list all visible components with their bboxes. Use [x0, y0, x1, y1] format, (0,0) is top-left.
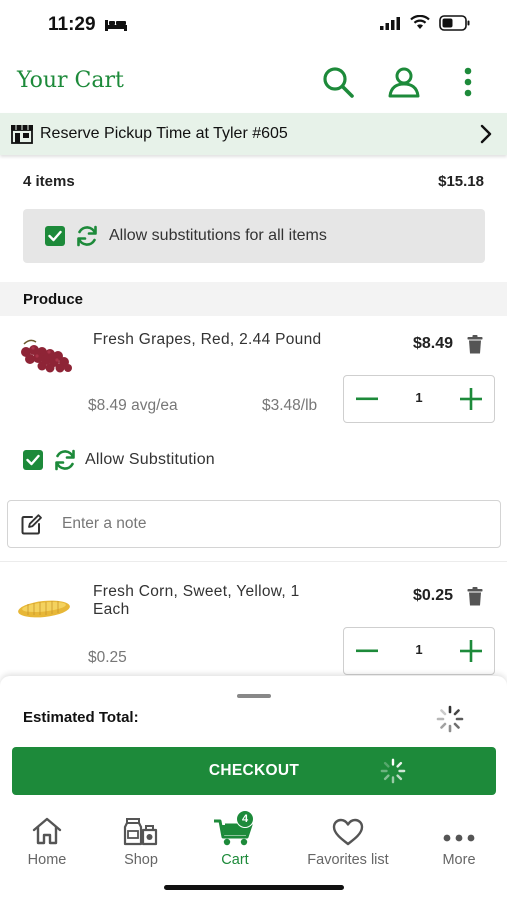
- nav-label: Shop: [124, 852, 158, 868]
- estimated-total-label: Estimated Total:: [23, 709, 139, 726]
- shop-icon: [123, 818, 158, 846]
- refresh-icon: [55, 449, 75, 471]
- product-price: $8.49: [412, 335, 453, 352]
- allow-substitutions-all-label: Allow substitutions for all items: [109, 227, 327, 244]
- grapes-product-image: [21, 339, 72, 373]
- sheet-drag-handle[interactable]: [237, 694, 271, 698]
- plus-icon: [460, 388, 482, 410]
- heart-icon: [332, 818, 364, 846]
- reserve-pickup-bar[interactable]: Reserve Pickup Time at Tyler #605: [0, 113, 507, 155]
- checkmark-icon: [48, 230, 62, 242]
- loading-spinner-icon: [380, 758, 406, 784]
- account-button[interactable]: [384, 62, 424, 102]
- increase-quantity-button[interactable]: [448, 628, 494, 674]
- reserve-pickup-label: Reserve Pickup Time at Tyler #605: [40, 125, 288, 142]
- user-icon: [388, 67, 420, 98]
- search-icon: [323, 67, 354, 98]
- battery-icon: [439, 15, 470, 31]
- section-title: Produce: [23, 291, 84, 308]
- sleep-focus-icon: [105, 20, 127, 31]
- checkout-sheet: Estimated Total: CHECKOUT: [0, 676, 507, 806]
- wifi-icon: [410, 15, 430, 29]
- nav-label: Home: [27, 852, 67, 868]
- decrease-quantity-button[interactable]: [344, 376, 390, 422]
- nav-label: More: [442, 852, 476, 868]
- items-count: 4 items: [23, 173, 75, 190]
- more-options-button[interactable]: [448, 62, 488, 102]
- kebab-menu-icon: [464, 67, 472, 97]
- home-icon: [32, 817, 62, 845]
- cart-summary: 4 items $15.18: [0, 170, 507, 194]
- checkout-label: CHECKOUT: [208, 762, 300, 779]
- product-name[interactable]: Fresh Grapes, Red, 2.44 Pound: [93, 331, 333, 349]
- quantity-stepper: 1: [343, 375, 495, 423]
- note-field: [7, 500, 501, 548]
- trash-icon[interactable]: [467, 587, 483, 606]
- minus-icon: [356, 649, 378, 653]
- home-indicator[interactable]: [164, 885, 344, 890]
- nav-item-more[interactable]: More: [436, 812, 482, 868]
- quantity-stepper: 1: [343, 627, 495, 675]
- decrease-quantity-button[interactable]: [344, 628, 390, 674]
- nav-item-shop[interactable]: Shop: [118, 812, 164, 868]
- product-avg-price: $8.49 avg/ea: [88, 397, 178, 414]
- status-indicators: [379, 15, 471, 31]
- item-divider: [0, 561, 507, 562]
- search-button[interactable]: [318, 62, 358, 102]
- edit-note-icon: [21, 514, 42, 535]
- corn-product-image: [18, 600, 70, 618]
- increase-quantity-button[interactable]: [448, 376, 494, 422]
- cart-item-corn: Fresh Corn, Sweet, Yellow, 1 Each $0.25 …: [0, 568, 507, 676]
- allow-substitution-toggle[interactable]: Allow Substitution: [23, 449, 215, 471]
- nav-item-favorites[interactable]: Favorites list: [302, 812, 394, 868]
- status-bar: 11:29: [0, 0, 507, 52]
- cart-count-badge: 4: [236, 810, 254, 828]
- product-name[interactable]: Fresh Corn, Sweet, Yellow, 1 Each: [93, 583, 333, 619]
- checkbox-checked[interactable]: [45, 226, 65, 246]
- checkmark-icon: [26, 454, 40, 466]
- page-title: Your Cart: [17, 68, 124, 93]
- product-price: $0.25: [412, 587, 453, 604]
- nav-item-cart[interactable]: 4 Cart: [212, 810, 258, 868]
- signal-icon: [380, 17, 400, 30]
- section-header-produce: Produce: [0, 282, 507, 316]
- nav-label: Favorites list: [307, 852, 389, 868]
- cart-total: $15.18: [438, 173, 484, 190]
- quantity-value[interactable]: 1: [404, 642, 434, 657]
- plus-icon: [460, 640, 482, 662]
- refresh-icon: [77, 225, 97, 247]
- store-icon: [11, 125, 33, 144]
- app-header: Your Cart: [0, 52, 507, 112]
- minus-icon: [356, 397, 378, 401]
- product-unit-price: $3.48/lb: [262, 397, 318, 414]
- checkout-button[interactable]: CHECKOUT: [12, 747, 496, 795]
- note-input[interactable]: [62, 515, 462, 533]
- nav-label: Cart: [221, 852, 249, 868]
- checkbox-checked[interactable]: [23, 450, 43, 470]
- status-time: 11:29: [48, 14, 96, 35]
- allow-substitutions-all-toggle[interactable]: Allow substitutions for all items: [23, 209, 485, 263]
- loading-spinner-icon: [436, 705, 464, 733]
- allow-substitution-label: Allow Substitution: [85, 451, 215, 468]
- product-avg-price: $0.25: [88, 649, 127, 666]
- more-dots-icon: [443, 834, 475, 842]
- nav-item-home[interactable]: Home: [24, 812, 70, 868]
- quantity-value[interactable]: 1: [404, 390, 434, 405]
- chevron-right-icon: [480, 124, 492, 144]
- trash-icon[interactable]: [467, 335, 483, 354]
